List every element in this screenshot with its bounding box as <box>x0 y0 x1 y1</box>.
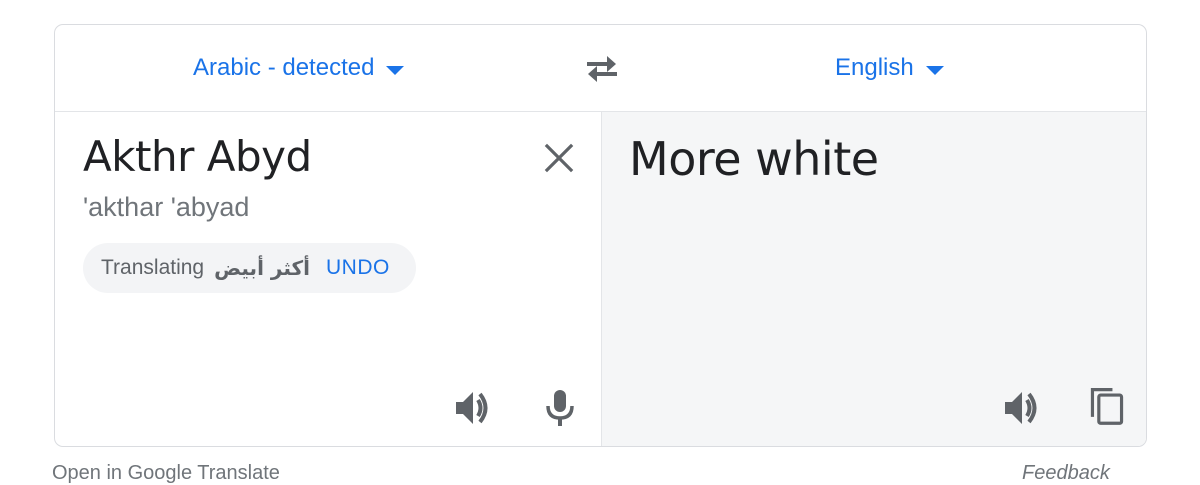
copy-icon[interactable] <box>1087 386 1127 426</box>
feedback-link[interactable]: Feedback <box>1022 462 1110 485</box>
target-language-label: English <box>835 54 914 81</box>
language-bar: Arabic - detected English <box>55 25 1146 112</box>
translating-from-chip: Translating أكثر أبيض UNDO <box>83 243 416 293</box>
target-language-selector[interactable]: English <box>835 54 944 82</box>
microphone-icon[interactable] <box>540 388 580 428</box>
listen-source-icon[interactable] <box>453 388 493 428</box>
caret-down-icon <box>386 65 405 75</box>
caret-down-icon <box>925 65 944 75</box>
source-language-selector[interactable]: Arabic - detected <box>193 54 405 82</box>
swap-languages-icon[interactable] <box>583 52 621 84</box>
target-pane: More white <box>602 112 1146 446</box>
source-language-label: Arabic - detected <box>193 54 375 81</box>
translate-card: Arabic - detected English Akthr Abyd 'ak… <box>54 24 1147 447</box>
translated-text: More white <box>629 132 879 186</box>
undo-button[interactable]: UNDO <box>326 256 390 280</box>
chip-label: Translating <box>101 256 205 279</box>
source-pane: Akthr Abyd 'akthar 'abyad Translating أك… <box>55 112 602 446</box>
open-in-google-translate-link[interactable]: Open in Google Translate <box>52 462 280 485</box>
clear-text-icon[interactable] <box>543 142 575 174</box>
chip-original-text: أكثر أبيض <box>214 256 310 280</box>
listen-translation-icon[interactable] <box>1002 388 1042 428</box>
source-text-input[interactable]: Akthr Abyd <box>83 132 312 181</box>
transliteration-text: 'akthar 'abyad <box>83 192 250 222</box>
